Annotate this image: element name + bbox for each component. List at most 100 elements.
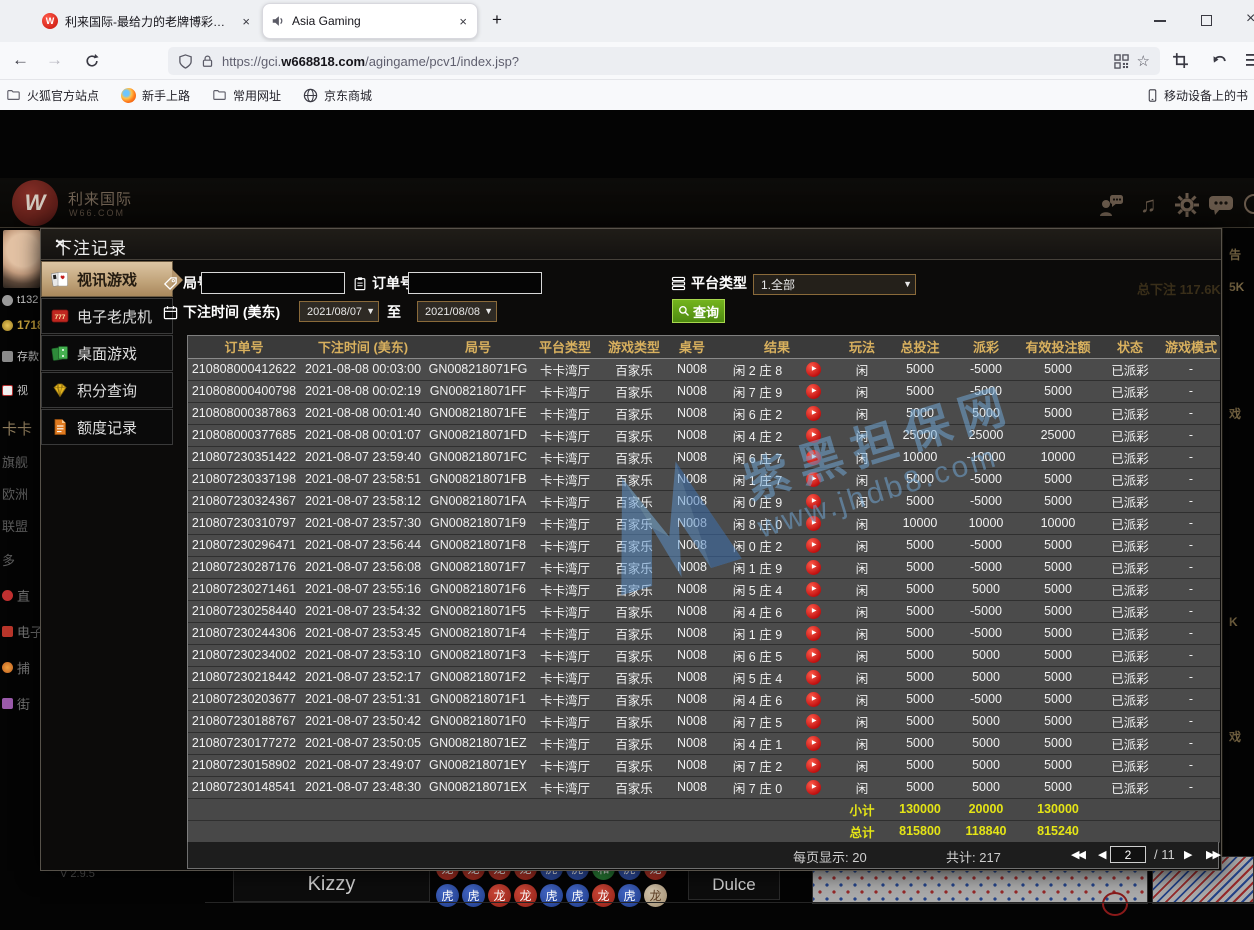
window-maximize-icon[interactable] [1201, 15, 1212, 26]
back-icon[interactable]: ← [12, 50, 29, 70]
sidebar-item-table-games[interactable]: 桌面游戏 [41, 335, 173, 371]
column-header: 游戏模式 [1162, 336, 1220, 358]
browser-nav-bar: ← → https://gci.w668818.com/agingame/pcv… [0, 42, 1254, 80]
per-page-label: 每页显示: 20 [793, 847, 867, 866]
reload-icon[interactable] [84, 53, 100, 69]
chat-bubble-icon[interactable] [1208, 192, 1234, 218]
avatar [3, 230, 40, 288]
table-row: 2108072303514222021-08-07 23:59:40GN0082… [188, 446, 1220, 468]
play-video-button[interactable]: ▶ [806, 604, 821, 619]
ledger-document-icon [51, 418, 69, 436]
site-favicon-w-icon: W [42, 13, 58, 29]
gear-icon[interactable] [1174, 192, 1200, 218]
play-video-button[interactable]: ▶ [806, 538, 821, 553]
gem-icon [51, 381, 69, 399]
dealer-name-dulce: Dulce [688, 870, 780, 900]
left-rail-fragment: 欧洲 [2, 484, 28, 503]
play-video-button[interactable]: ▶ [806, 582, 821, 597]
play-video-button[interactable]: ▶ [806, 670, 821, 685]
sidebar-item-live-games[interactable]: 视讯游戏 [41, 261, 173, 297]
play-video-button[interactable]: ▶ [806, 692, 821, 707]
play-video-button[interactable]: ▶ [806, 428, 821, 443]
bookmark-firefox-official[interactable]: 火狐官方站点 [6, 87, 99, 104]
platform-type-select[interactable]: 1.全部 ▼ [753, 274, 916, 295]
round-number-input[interactable] [201, 272, 345, 294]
bookmark-common-sites[interactable]: 常用网址 [212, 87, 281, 104]
forward-icon[interactable]: → [46, 50, 63, 70]
play-video-button[interactable]: ▶ [806, 494, 821, 509]
fish-icon [2, 662, 13, 673]
play-video-button[interactable]: ▶ [806, 714, 821, 729]
bookmark-star-icon[interactable]: ☆ [1137, 52, 1150, 70]
tab-close-icon[interactable]: × [240, 14, 252, 29]
shield-permissions-icon[interactable] [178, 54, 193, 69]
play-video-button[interactable]: ▶ [806, 472, 821, 487]
url-bar[interactable]: https://gci.w668818.com/agingame/pcv1/in… [168, 47, 1160, 75]
play-video-button[interactable]: ▶ [806, 406, 821, 421]
screenshot-crop-icon[interactable] [1172, 52, 1189, 69]
site-header [0, 178, 1254, 228]
next-page-icon[interactable]: ▶ [1184, 848, 1192, 861]
new-tab-button[interactable]: + [492, 11, 502, 29]
bookmark-mobile-device[interactable]: 移动设备上的书 [1146, 87, 1254, 104]
play-video-button[interactable]: ▶ [806, 626, 821, 641]
sidebar-item-slots[interactable]: 777 电子老虎机 [41, 298, 173, 334]
left-rail-fragment: t132 [2, 294, 38, 306]
firefox-icon [121, 88, 136, 103]
chevron-down-icon: ▼ [484, 306, 493, 316]
play-video-button[interactable]: ▶ [806, 648, 821, 663]
modal-close-icon[interactable]: × [55, 234, 1209, 254]
first-page-icon[interactable]: ◀◀ [1071, 848, 1084, 861]
column-header: 状态 [1098, 336, 1162, 358]
left-rail-fragment: 视 [2, 382, 28, 398]
play-video-button[interactable]: ▶ [806, 362, 821, 377]
window-minimize-icon[interactable] [1154, 20, 1166, 22]
subtotal-row: 小计 130000 20000 130000 [188, 798, 1220, 820]
phone-icon [1146, 88, 1159, 103]
menu-hamburger-icon[interactable] [1246, 53, 1254, 67]
date-from-select[interactable]: 2021/08/07 ▼ [299, 301, 379, 322]
tab-asia-gaming[interactable]: Asia Gaming × [262, 3, 478, 39]
play-video-button[interactable]: ▶ [806, 560, 821, 575]
play-video-button[interactable]: ▶ [806, 780, 821, 795]
bet-time-label: 下注时间 (美东) [163, 302, 280, 322]
play-video-button[interactable]: ▶ [806, 450, 821, 465]
tab-close-icon[interactable]: × [457, 14, 469, 29]
bookmark-getting-started[interactable]: 新手上路 [121, 87, 190, 104]
table-row: 2108072301772722021-08-07 23:50:05GN0082… [188, 732, 1220, 754]
tab-lilai[interactable]: W 利来国际-最给力的老牌博彩网站 × [34, 0, 260, 42]
sidebar-item-points-query[interactable]: 积分查询 [41, 372, 173, 408]
last-page-icon[interactable]: ▶▶ [1206, 848, 1219, 861]
table-row: 2108072303371982021-08-07 23:58:51GN0082… [188, 468, 1220, 490]
date-to-select[interactable]: 2021/08/08 ▼ [417, 301, 497, 322]
left-rail-fragment: 1718 [2, 318, 40, 332]
column-header: 派彩 [954, 336, 1018, 358]
play-video-button[interactable]: ▶ [806, 384, 821, 399]
table-row: 2108072301485412021-08-07 23:48:30GN0082… [188, 776, 1220, 798]
sidebar-item-credit-records[interactable]: 额度记录 [41, 409, 173, 445]
customer-service-icon[interactable] [1098, 192, 1124, 218]
wallet-icon [2, 351, 13, 362]
site-logo: W [12, 180, 58, 226]
play-video-button[interactable]: ▶ [806, 516, 821, 531]
modal-sidebar: 视讯游戏 777 电子老虎机 桌面游戏 积分查询 额度记录 [41, 261, 173, 446]
column-header: 平台类型 [530, 336, 600, 358]
play-video-button[interactable]: ▶ [806, 758, 821, 773]
bead-marker: 龙 [644, 884, 667, 907]
undo-arrow-icon[interactable] [1210, 52, 1228, 69]
left-rail-fragment: 街 [2, 694, 30, 713]
play-video-button[interactable]: ▶ [806, 736, 821, 751]
clipboard-icon [353, 276, 367, 291]
prev-page-icon[interactable]: ◀ [1098, 848, 1106, 861]
playing-cards-icon [51, 270, 69, 288]
page-input[interactable] [1110, 846, 1146, 863]
music-icon[interactable]: ♫ [1140, 192, 1166, 218]
bookmark-jd-mall[interactable]: 京东商城 [303, 87, 372, 104]
search-button[interactable]: 查询 [672, 299, 725, 323]
table-row: 2108080003878632021-08-08 00:01:40GN0082… [188, 402, 1220, 424]
total-count-label: 共计: 217 [946, 847, 1001, 866]
window-close-icon[interactable]: × [1246, 10, 1254, 28]
order-number-input[interactable] [408, 272, 542, 294]
qr-code-icon[interactable] [1114, 54, 1129, 69]
table-row: 2108072301887672021-08-07 23:50:42GN0082… [188, 710, 1220, 732]
